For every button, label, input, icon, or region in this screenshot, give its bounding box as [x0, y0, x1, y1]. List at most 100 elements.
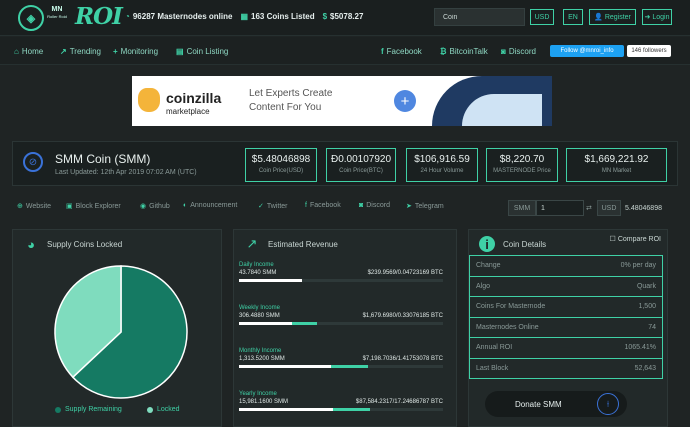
legend-remaining: Supply Remaining — [55, 406, 122, 413]
metric-mn-market: $1,669,221.92 MN Market — [566, 148, 667, 182]
details-key: Annual ROI — [476, 344, 513, 352]
site-logo[interactable]: ◈ MN Roller Roid ROI — [18, 3, 123, 31]
coin-header: ⊘ SMM Coin (SMM) Last Updated: 12th Apr … — [12, 141, 678, 186]
donate-button[interactable]: Donate SMM ⍿ — [485, 391, 627, 417]
discord-icon: ◙ — [501, 47, 506, 56]
details-key: Masternodes Online — [476, 323, 539, 331]
nav-trending[interactable]: ↗ Trending — [60, 47, 101, 56]
search-input[interactable] — [434, 8, 525, 26]
details-value: 74 — [648, 323, 656, 331]
details-row: Coins For Masternode 1,500 — [469, 297, 663, 318]
login-button[interactable]: ➜ Login — [642, 9, 672, 25]
link-discord[interactable]: ◙ Discord — [359, 202, 390, 209]
link-announcement[interactable]: ◐ Announcement — [183, 202, 237, 209]
twitter-icon: ✓ — [258, 203, 264, 210]
ad-brand-sub: marketplace — [166, 107, 210, 116]
link-label: Announcement — [190, 202, 238, 209]
link-twitter[interactable]: ✓ Twitter — [258, 202, 288, 211]
donate-label: Donate SMM — [515, 399, 562, 409]
nav-monitoring-label: Monitoring — [120, 47, 159, 56]
details-value: 0% per day — [620, 262, 656, 270]
revenue-row: Daily Income 43.7840 SMM $239.9569/0.04723… — [239, 262, 443, 282]
revenue-row-bar — [239, 322, 443, 325]
nav-monitoring[interactable]: + Monitoring — [113, 47, 158, 56]
facebook-icon: f — [381, 47, 384, 56]
header-stats: ◔ 96287 Masternodes online ▦ 163 Coins Lis… — [125, 12, 363, 21]
revenue-bar-fill-secondary — [330, 365, 368, 368]
top-bar: ◈ MN Roller Roid ROI ◔ 96287 Masternodes o… — [0, 0, 690, 36]
link-facebook[interactable]: f Facebook — [305, 202, 341, 209]
ad-banner[interactable]: coinzilla marketplace Let Experts Create… — [132, 76, 552, 126]
trend-icon: ↗ — [60, 47, 67, 56]
revenue-bar-fill-secondary — [292, 322, 317, 325]
nav-coin-listing[interactable]: ▤ Coin Listing — [176, 47, 228, 56]
nav-bitcointalk[interactable]: ₿ BitcoinTalk — [440, 47, 488, 56]
revenue-row-coins: 43.7840 SMM — [239, 270, 277, 276]
nav-bitcointalk-label: BitcoinTalk — [449, 47, 488, 56]
market-total: $5078.27 — [330, 12, 364, 21]
nav-coin-listing-label: Coin Listing — [186, 47, 229, 56]
details-row: Change 0% per day — [469, 256, 663, 277]
ad-plus-icon: + — [394, 90, 416, 112]
coins-listed: 163 Coins Listed — [251, 12, 315, 21]
details-row: Annual ROI 1065.41% — [469, 338, 663, 359]
details-row: Algo Quark — [469, 276, 663, 297]
link-website[interactable]: ⊕ Website — [17, 202, 52, 211]
link-block-explorer[interactable]: ▣ Block Explorer — [66, 202, 121, 211]
revenue-row: Weekly Income 306.4880 SMM $1,679.6980/0.3… — [239, 305, 443, 325]
legend-dot-locked — [147, 406, 153, 413]
metric-value: Ð0.00107920 — [330, 154, 392, 165]
cube-icon: ▣ — [66, 203, 73, 210]
donate-coin-icon: ⍿ — [597, 393, 619, 415]
link-label: Telegram — [414, 202, 444, 210]
compare-roi-label: Compare ROI — [617, 235, 661, 243]
twitter-follow-button[interactable]: Follow @mnroi_info — [550, 45, 624, 57]
supply-pie-chart — [54, 265, 188, 399]
converter-result: 5.48046898 — [625, 204, 662, 212]
pie-chart-icon: ◔ — [125, 12, 130, 21]
link-github[interactable]: ◉ Github — [140, 202, 170, 211]
compare-roi-link[interactable]: ☐ Compare ROI — [610, 235, 661, 244]
coin-logo-icon: ⊘ — [23, 152, 43, 172]
revenue-bar-fill — [239, 322, 293, 325]
coin-last-updated: Last Updated: 12th Apr 2019 07:02 AM (UT… — [55, 169, 197, 176]
nav-facebook[interactable]: f Facebook — [381, 47, 422, 56]
swap-icon[interactable]: ⇄ — [586, 200, 596, 216]
nav-discord[interactable]: ◙ Discord — [501, 47, 536, 56]
legend-remaining-label: Supply Remaining — [65, 406, 122, 413]
metric-volume: $106,916.59 24 Hour Volume — [406, 148, 478, 182]
details-key: Coins For Masternode — [476, 303, 546, 311]
user-plus-icon: 👤 — [594, 14, 603, 21]
link-label: Website — [25, 202, 52, 210]
revenue-panel-title: Estimated Revenue — [268, 239, 338, 249]
currency-select[interactable]: USD — [530, 9, 554, 25]
revenue-bar-fill — [239, 408, 333, 411]
revenue-row-coins: 1,313.5200 SMM — [239, 356, 285, 362]
nav-home[interactable]: ⌂ Home — [14, 47, 43, 56]
language-select[interactable]: EN — [563, 9, 583, 25]
megaphone-icon: ◐ — [183, 202, 188, 209]
legend-dot-remaining — [55, 406, 61, 413]
logo-mark-icon: ◈ — [18, 5, 44, 31]
revenue-row-value: $7,198.7036/1.41753078 BTC — [362, 356, 443, 362]
supply-panel: ◕ Supply Coins Locked Supply Remaining L… — [12, 229, 222, 427]
converter-amount-input[interactable]: 1 — [536, 200, 584, 216]
nav-home-label: Home — [21, 47, 44, 56]
metric-value: $5.48046898 — [251, 154, 311, 165]
link-label: Github — [149, 202, 170, 210]
register-button[interactable]: 👤 Register — [589, 9, 636, 25]
revenue-row-coins: 306.4880 SMM — [239, 313, 280, 319]
revenue-row-label: Weekly Income — [239, 305, 280, 311]
revenue-panel: ↗ Estimated Revenue Daily Income 43.7840 … — [233, 229, 457, 427]
link-telegram[interactable]: ➤ Telegram — [406, 202, 444, 211]
nav-discord-label: Discord — [508, 47, 536, 56]
link-label: Block Explorer — [75, 202, 121, 210]
discord-icon: ◙ — [359, 202, 364, 209]
github-icon: ◉ — [140, 203, 147, 210]
supply-panel-title: Supply Coins Locked — [47, 239, 123, 249]
ad-line-2: Content For You — [249, 102, 322, 113]
info-icon: i — [479, 236, 495, 252]
revenue-bar-fill — [239, 365, 331, 368]
facebook-icon: f — [305, 202, 307, 209]
revenue-row-label: Daily Income — [239, 262, 274, 268]
